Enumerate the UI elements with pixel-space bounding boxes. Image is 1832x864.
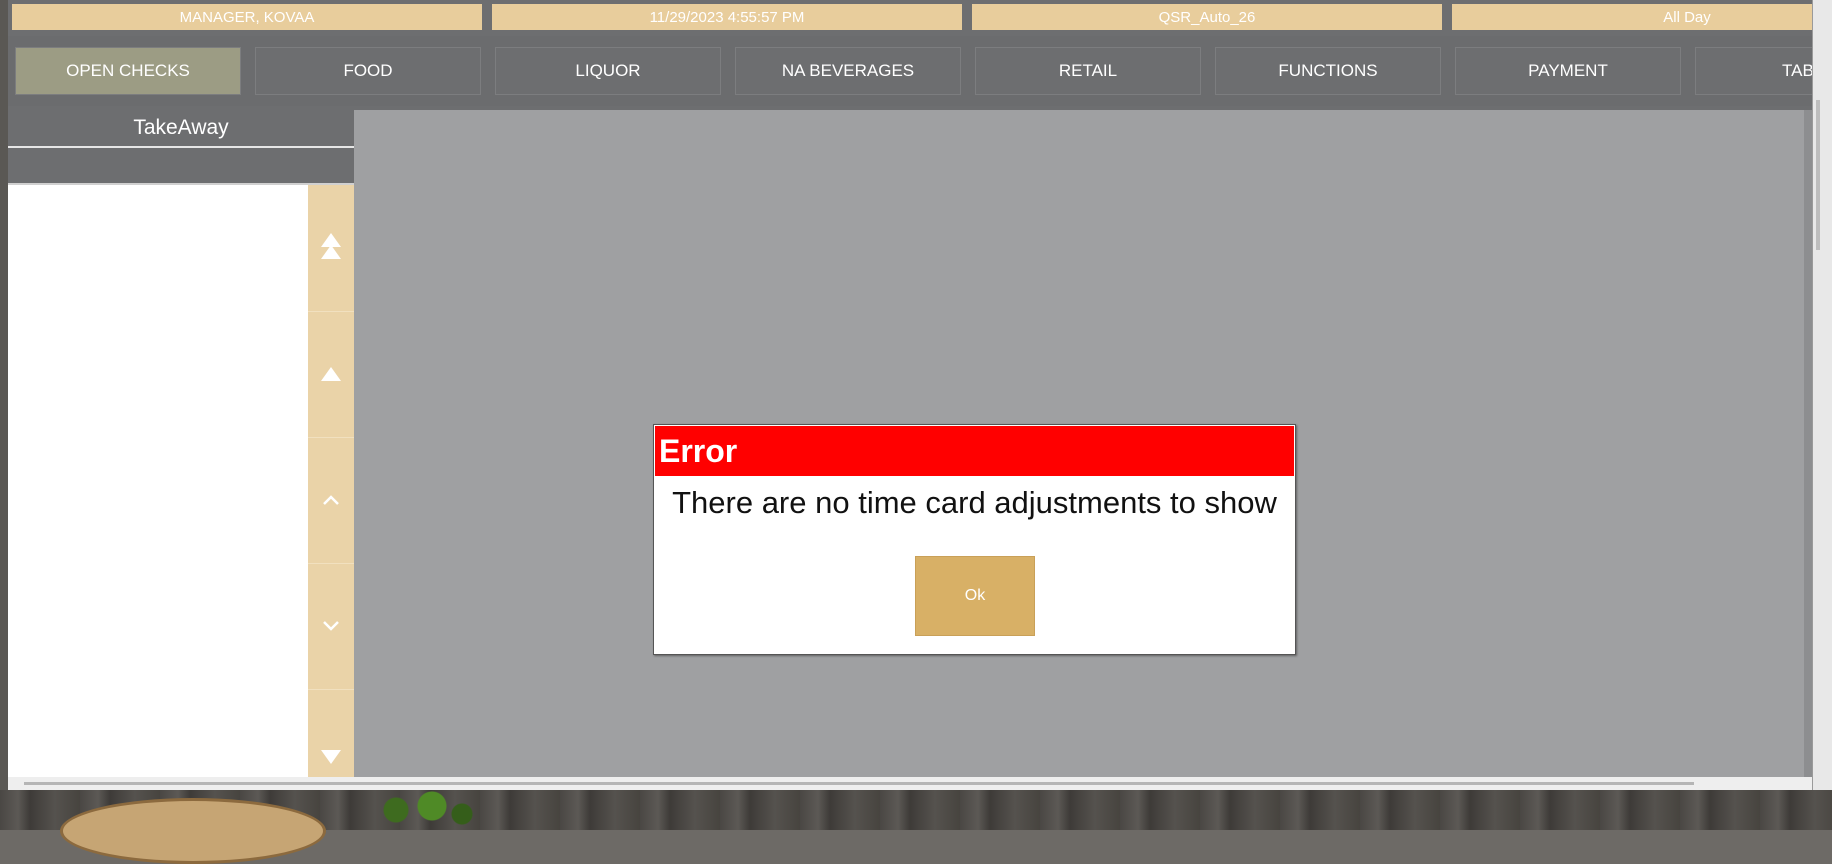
window-left-edge	[0, 0, 8, 790]
error-dialog: Error There are no time card adjustments…	[653, 424, 1296, 655]
page-down-button[interactable]	[308, 689, 354, 777]
status-datetime: 11/29/2023 4:55:57 PM	[492, 4, 962, 30]
down-triangle-icon	[321, 750, 341, 764]
chevron-down-icon	[323, 621, 339, 631]
vertical-scrollbar[interactable]	[1804, 110, 1812, 777]
tab-liquor[interactable]: LIQUOR	[495, 47, 721, 95]
tab-functions[interactable]: FUNCTIONS	[1215, 47, 1441, 95]
double-up-arrow-icon	[321, 233, 341, 259]
background-wood	[0, 790, 1832, 864]
status-terminal: QSR_Auto_26	[972, 4, 1442, 30]
horizontal-scrollbar[interactable]	[8, 777, 1812, 790]
scrollbar-thumb[interactable]	[24, 782, 1694, 785]
tab-na-beverages[interactable]: NA BEVERAGES	[735, 47, 961, 95]
background-herbs	[360, 790, 480, 830]
tab-payment[interactable]: PAYMENT	[1455, 47, 1681, 95]
status-user: MANAGER, KOVAA	[12, 4, 482, 30]
ok-button[interactable]: Ok	[915, 556, 1035, 636]
background-plate	[60, 798, 326, 864]
takeaway-subheader	[8, 148, 354, 185]
check-list[interactable]	[8, 185, 308, 777]
tab-food[interactable]: FOOD	[255, 47, 481, 95]
dialog-title: Error	[655, 426, 1294, 476]
list-scroller	[308, 185, 354, 777]
window-right-edge	[1812, 0, 1832, 790]
tab-open-checks[interactable]: OPEN CHECKS	[15, 47, 241, 95]
status-daypart: All Day	[1452, 4, 1812, 30]
page-up-button[interactable]	[308, 311, 354, 438]
up-triangle-icon	[321, 367, 341, 381]
tab-table[interactable]: TABL	[1695, 47, 1812, 95]
pos-window: MANAGER, KOVAA 11/29/2023 4:55:57 PM QSR…	[8, 0, 1813, 790]
tab-retail[interactable]: RETAIL	[975, 47, 1201, 95]
line-down-button[interactable]	[308, 563, 354, 690]
takeaway-header: TakeAway	[8, 110, 354, 148]
scroll-top-button[interactable]	[308, 185, 354, 312]
dialog-message: There are no time card adjustments to sh…	[672, 485, 1277, 520]
chevron-up-icon	[323, 495, 339, 505]
line-up-button[interactable]	[308, 437, 354, 564]
